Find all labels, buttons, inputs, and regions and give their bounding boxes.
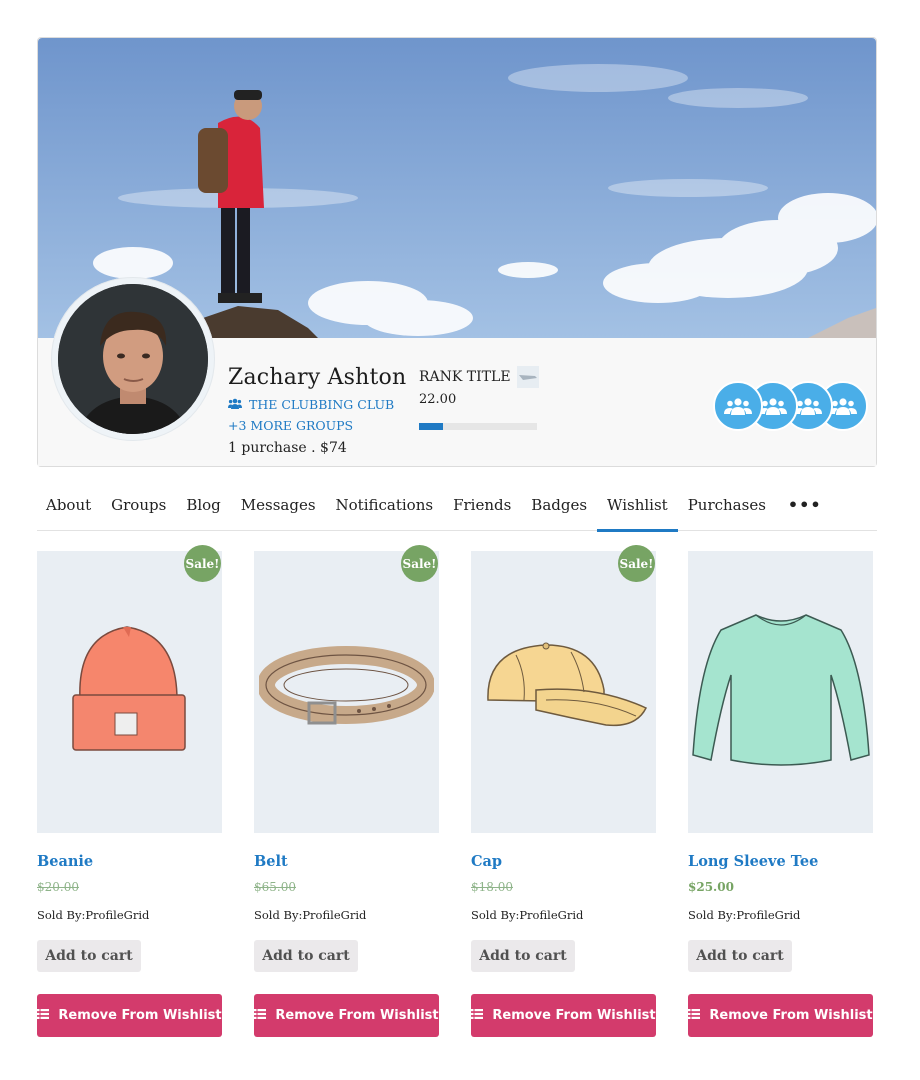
tab-messages[interactable]: Messages	[231, 478, 326, 531]
product-card: Sale! Belt $65.00 Sold By:ProfileGrid Add to…	[254, 545, 439, 1037]
product-thumbnail[interactable]: Sale!	[471, 545, 656, 833]
group-icons	[713, 381, 873, 433]
avatar-image	[58, 284, 208, 434]
remove-from-wishlist-button[interactable]: Remove From Wishlist	[37, 994, 222, 1037]
product-price: $25.00	[688, 880, 734, 894]
remove-from-wishlist-button[interactable]: Remove From Wishlist	[254, 994, 439, 1037]
add-to-cart-button[interactable]: Add to cart	[254, 940, 358, 972]
product-card: Sale! Cap $18.00 Sold By:ProfileGrid Add to …	[471, 545, 656, 1037]
rank-title: RANK TITLE	[419, 366, 539, 388]
product-thumbnail[interactable]: Sale!	[37, 545, 222, 833]
users-icon	[228, 397, 242, 412]
sold-by-label: Sold By:ProfileGrid	[254, 908, 367, 922]
add-to-cart-button[interactable]: Add to cart	[688, 940, 792, 972]
tab-blog[interactable]: Blog	[176, 478, 230, 531]
sale-badge: Sale!	[618, 545, 655, 582]
remove-from-wishlist-label: Remove From Wishlist	[709, 1008, 873, 1023]
tab-notifications[interactable]: Notifications	[326, 478, 444, 531]
product-thumbnail[interactable]: Sale!	[254, 545, 439, 833]
remove-from-wishlist-label: Remove From Wishlist	[58, 1008, 222, 1023]
product-title-link[interactable]: Cap	[471, 853, 656, 870]
add-to-cart-button[interactable]: Add to cart	[471, 940, 575, 972]
product-card: Long Sleeve Tee $25.00 Sold By:ProfileGrid…	[688, 551, 873, 1037]
sold-by-label: Sold By:ProfileGrid	[688, 908, 801, 922]
product-old-price: $20.00	[37, 880, 79, 894]
tab-groups[interactable]: Groups	[101, 478, 176, 531]
product-title-link[interactable]: Beanie	[37, 853, 222, 870]
sold-by-label: Sold By:ProfileGrid	[37, 908, 150, 922]
list-icon	[254, 1008, 267, 1023]
product-card: Sale! Beanie $20.00 Sold By:ProfileGrid Add …	[37, 545, 222, 1037]
remove-from-wishlist-label: Remove From Wishlist	[275, 1008, 439, 1023]
long-sleeve-tee-image	[691, 605, 871, 779]
tab-purchases[interactable]: Purchases	[678, 478, 776, 531]
remove-from-wishlist-label: Remove From Wishlist	[492, 1008, 656, 1023]
product-old-price: $18.00	[471, 880, 513, 894]
rank-flag-icon	[516, 366, 539, 388]
more-tabs-icon[interactable]: •••	[776, 478, 834, 531]
belt-image	[257, 635, 435, 749]
add-to-cart-button[interactable]: Add to cart	[37, 940, 141, 972]
product-title-link[interactable]: Belt	[254, 853, 439, 870]
beanie-image	[65, 615, 195, 769]
tab-about[interactable]: About	[37, 478, 101, 531]
list-icon	[471, 1008, 484, 1023]
list-icon	[688, 1008, 701, 1023]
list-icon	[37, 1008, 50, 1023]
rank-points: 22.00	[419, 392, 457, 407]
tab-friends[interactable]: Friends	[443, 478, 521, 531]
rank-title-label: RANK TITLE	[419, 369, 511, 385]
sold-by-label: Sold By:ProfileGrid	[471, 908, 584, 922]
profile-name: Zachary Ashton	[228, 365, 407, 390]
avatar[interactable]	[51, 277, 215, 441]
primary-group-link[interactable]: THE CLUBBING CLUB	[228, 397, 394, 412]
group-avatar-icon[interactable]	[713, 381, 763, 431]
product-title-link[interactable]: Long Sleeve Tee	[688, 853, 873, 870]
sale-badge: Sale!	[401, 545, 438, 582]
product-thumbnail[interactable]	[688, 551, 873, 833]
remove-from-wishlist-button[interactable]: Remove From Wishlist	[688, 994, 873, 1037]
sale-badge: Sale!	[184, 545, 221, 582]
more-groups-link[interactable]: +3 MORE GROUPS	[228, 418, 353, 433]
rank-progress-bar	[419, 423, 537, 430]
tab-wishlist[interactable]: Wishlist	[597, 478, 678, 532]
product-old-price: $65.00	[254, 880, 296, 894]
rank-progress-fill	[419, 423, 443, 430]
remove-from-wishlist-button[interactable]: Remove From Wishlist	[471, 994, 656, 1037]
group-name: THE CLUBBING CLUB	[249, 397, 395, 412]
cap-image	[476, 630, 651, 754]
tab-badges[interactable]: Badges	[521, 478, 597, 531]
purchase-summary: 1 purchase . $74	[228, 440, 347, 456]
profile-tabs: About Groups Blog Messages Notifications Frie…	[37, 478, 877, 532]
